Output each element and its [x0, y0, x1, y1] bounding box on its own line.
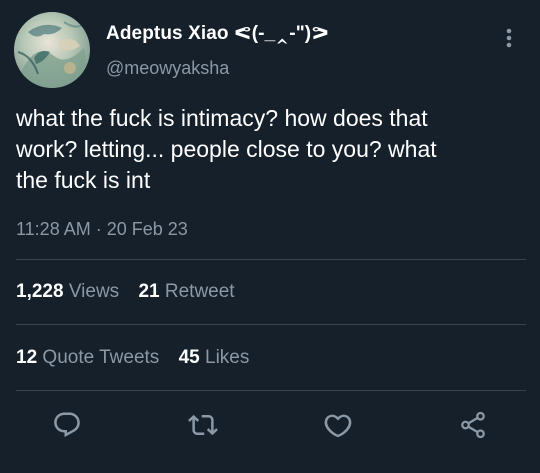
likes-label: Likes	[205, 347, 250, 368]
views-stat[interactable]: 1,228 Views	[16, 281, 119, 302]
retweet-button[interactable]	[186, 408, 220, 442]
like-icon	[324, 414, 352, 438]
tweet-timestamp[interactable]: 11:28 AM · 20 Feb 23	[16, 219, 188, 240]
views-label: Views	[68, 281, 120, 302]
divider	[16, 390, 526, 391]
share-button[interactable]	[456, 408, 490, 442]
divider	[16, 259, 526, 260]
avatar[interactable]	[14, 12, 90, 88]
views-count: 1,228	[16, 281, 64, 302]
author-display-name[interactable]: Adeptus Xiao ᕙ(-_‸-")ᕗ	[106, 22, 329, 45]
more-vertical-icon[interactable]	[499, 26, 519, 50]
retweets-label: Retweet	[164, 281, 235, 302]
stats-row-views-retweets: 1,228 Views 21 Retweet	[16, 281, 235, 303]
retweet-icon	[188, 414, 218, 436]
divider	[16, 324, 526, 325]
reply-button[interactable]	[50, 408, 84, 442]
avatar-image	[14, 12, 90, 88]
stats-row-quotes-likes: 12 Quote Tweets 45 Likes	[16, 347, 249, 369]
quote-tweets-count: 12	[16, 347, 38, 368]
likes-stat[interactable]: 45 Likes	[179, 347, 250, 368]
tweet-detail: Adeptus Xiao ᕙ(-_‸-")ᕗ @meowyaksha what …	[0, 0, 540, 473]
reply-icon	[54, 412, 80, 438]
action-bar	[0, 408, 540, 448]
quote-tweets-stat[interactable]: 12 Quote Tweets	[16, 347, 159, 368]
author-handle[interactable]: @meowyaksha	[106, 58, 229, 79]
likes-count: 45	[178, 347, 200, 368]
quote-tweets-label: Quote Tweets	[42, 347, 160, 368]
retweets-stat[interactable]: 21 Retweet	[138, 281, 234, 302]
retweets-count: 21	[138, 281, 160, 302]
share-icon	[461, 411, 485, 439]
like-button[interactable]	[321, 408, 355, 442]
tweet-text: what the fuck is intimacy? how does that…	[16, 105, 437, 193]
